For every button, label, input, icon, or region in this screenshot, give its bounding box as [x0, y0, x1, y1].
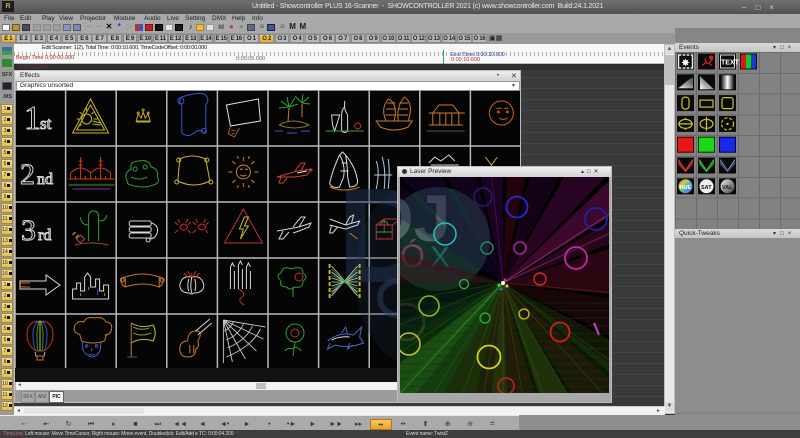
svg-text:nd: nd	[37, 171, 53, 188]
svg-text:SAT: SAT	[701, 185, 712, 191]
svg-text:VAL: VAL	[722, 185, 733, 191]
svg-text:1: 1	[24, 100, 41, 137]
svg-text:TEXT: TEXT	[721, 60, 740, 67]
svg-text:st: st	[40, 114, 52, 133]
svg-text:2: 2	[20, 158, 35, 191]
svg-text:HUE: HUE	[680, 185, 692, 191]
svg-text:3: 3	[21, 214, 36, 247]
svg-text:rd: rd	[38, 227, 51, 244]
